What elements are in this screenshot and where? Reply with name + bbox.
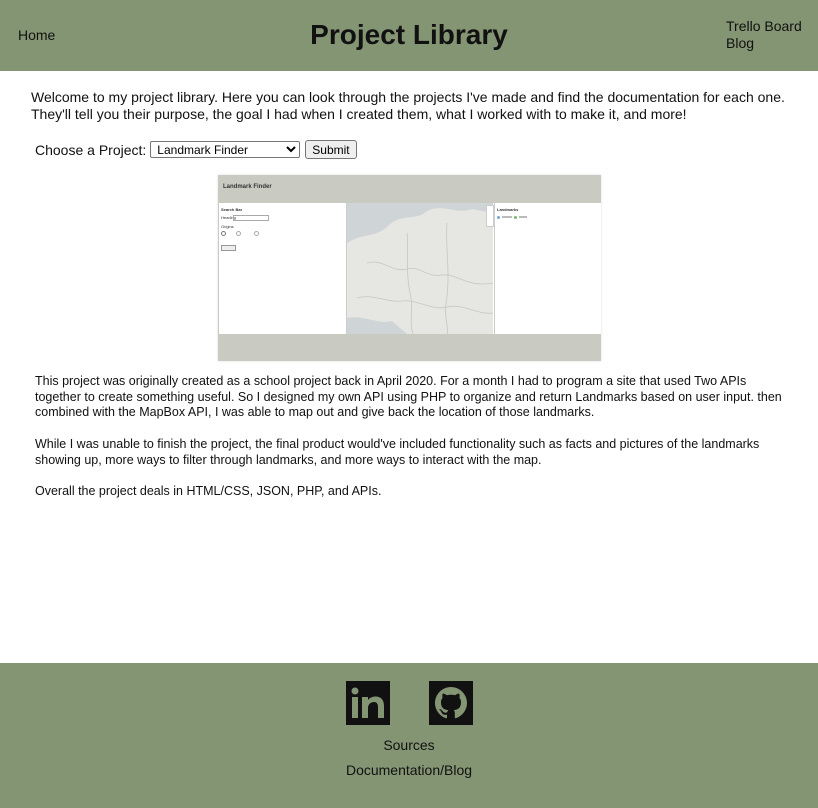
screenshot-marker-dot <box>497 216 500 219</box>
nav-blog-link[interactable]: Blog <box>726 35 802 52</box>
site-footer: Sources Documentation/Blog <box>0 663 818 808</box>
screenshot-landmarks-heading: Landmarks <box>497 207 519 212</box>
github-icon[interactable] <box>429 681 473 725</box>
project-select[interactable]: Landmark Finder <box>150 141 301 158</box>
screenshot-search-button <box>221 245 236 251</box>
screenshot-marker-text <box>502 216 512 218</box>
sources-link[interactable]: Sources <box>0 737 818 753</box>
screenshot-radio-row <box>221 231 273 236</box>
screenshot-body: Search Bar Heading Origins Landmarks <box>219 203 601 334</box>
screenshot-marker-text-2 <box>519 216 527 218</box>
nav-trello-link[interactable]: Trello Board <box>726 18 802 35</box>
screenshot-search-heading: Search Bar <box>221 207 243 212</box>
project-screenshot: Landmark Finder Search Bar Heading Origi… <box>218 175 601 361</box>
screenshot-zoom-control <box>486 205 494 227</box>
page-title: Project Library <box>310 19 508 50</box>
site-header: Home Project Library Trello Board Blog <box>0 0 818 71</box>
project-chooser: Choose a Project: Landmark Finder Submit <box>35 140 357 159</box>
screenshot-select <box>233 215 269 221</box>
screenshot-map <box>347 203 493 334</box>
description-paragraph-1: This project was originally created as a… <box>35 374 782 419</box>
description-paragraph-2: While I was unable to finish the project… <box>35 437 760 467</box>
nav-right: Trello Board Blog <box>726 18 802 52</box>
chooser-label: Choose a Project: <box>35 141 147 158</box>
description-paragraph-3: Overall the project deals in HTML/CSS, J… <box>35 484 382 498</box>
submit-button[interactable]: Submit <box>305 140 357 159</box>
screenshot-landmarks-panel: Landmarks <box>486 203 601 334</box>
screenshot-footer <box>218 335 601 361</box>
documentation-blog-link[interactable]: Documentation/Blog <box>0 762 818 778</box>
screenshot-origins-label: Origins <box>221 224 234 229</box>
screenshot-search-panel: Search Bar Heading Origins <box>219 203 347 334</box>
screenshot-title: Landmark Finder <box>223 184 272 190</box>
screenshot-marker-dot-2 <box>514 216 517 219</box>
linkedin-icon[interactable] <box>346 681 390 725</box>
intro-text: Welcome to my project library. Here you … <box>31 89 785 122</box>
screenshot-header: Landmark Finder <box>218 175 601 202</box>
